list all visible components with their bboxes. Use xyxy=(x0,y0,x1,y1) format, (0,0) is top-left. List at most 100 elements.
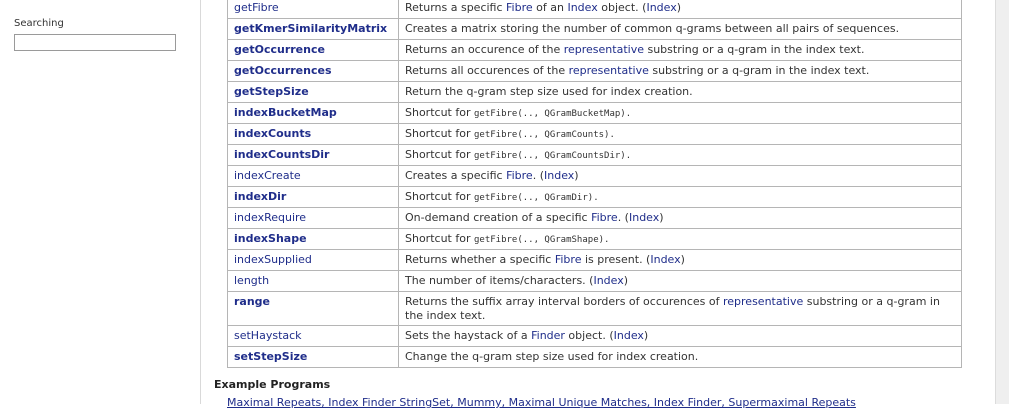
description-text: Change the q-gram step size used for ind… xyxy=(405,350,699,363)
description-text: Returns all occurences of the xyxy=(405,64,569,77)
function-name-cell: setStepSize xyxy=(227,346,399,368)
function-link[interactable]: indexRequire xyxy=(234,211,306,224)
description-text: . ( xyxy=(617,211,629,224)
function-name-cell: indexShape xyxy=(227,228,399,250)
function-link[interactable]: range xyxy=(234,295,270,308)
description-text: The number of items/characters. ( xyxy=(405,274,594,287)
function-name-cell: range xyxy=(227,291,399,326)
function-link[interactable]: indexDir xyxy=(234,190,286,203)
function-name-cell: indexCounts xyxy=(227,123,399,145)
function-link[interactable]: indexCountsDir xyxy=(234,148,329,161)
description-text: substring or a q-gram in the index text. xyxy=(648,64,870,77)
description-text: Returns a specific xyxy=(405,1,507,14)
function-link[interactable]: getFibre xyxy=(234,1,279,14)
description-text: Shortcut for xyxy=(405,127,474,140)
function-name-cell: length xyxy=(227,270,399,292)
function-name-cell: getKmerSimilarityMatrix xyxy=(227,18,399,40)
description-text: Creates a specific xyxy=(405,169,507,182)
table-row: getStepSize Return the q-gram step size u… xyxy=(227,81,962,103)
reference-link[interactable]: Fibre xyxy=(591,211,618,224)
search-label: Searching xyxy=(14,18,64,29)
description-text: ) xyxy=(676,1,682,14)
function-link[interactable]: getKmerSimilarityMatrix xyxy=(234,22,387,35)
function-link[interactable]: getOccurrences xyxy=(234,64,332,77)
description-text: Shortcut for xyxy=(405,232,474,245)
description-text: ) xyxy=(574,169,579,182)
function-link[interactable]: setStepSize xyxy=(234,350,307,363)
table-row: indexCountsDir Shortcut for getFibre(.., … xyxy=(227,144,962,166)
code-snippet: getFibre(.., QGramCounts). xyxy=(473,130,615,140)
function-description-cell: Return the q-gram step size used for ind… xyxy=(398,81,962,103)
reference-link[interactable]: Index xyxy=(593,274,623,287)
function-description-cell: Shortcut for getFibre(.., QGramShape). xyxy=(398,228,962,250)
reference-link[interactable]: representative xyxy=(569,64,649,77)
reference-link[interactable]: Index xyxy=(629,211,659,224)
table-row: indexCreate Creates a specific Fibre. (In… xyxy=(227,165,962,187)
function-link[interactable]: indexCreate xyxy=(234,169,301,182)
reference-link[interactable]: Index xyxy=(650,253,680,266)
reference-link[interactable]: Finder xyxy=(531,329,565,342)
function-link[interactable]: length xyxy=(234,274,269,287)
description-text: ) xyxy=(623,274,629,287)
example-programs-heading: Example Programs xyxy=(214,378,331,391)
table-row: indexShape Shortcut for getFibre(.., QGra… xyxy=(227,228,962,250)
description-text: Returns the suffix array interval border… xyxy=(405,295,723,308)
reference-link[interactable]: Fibre xyxy=(555,253,582,266)
function-name-cell: getOccurrences xyxy=(227,60,399,82)
reference-link[interactable]: Index xyxy=(646,1,676,14)
table-row: getFibre Returns a specific Fibre of an I… xyxy=(227,0,962,19)
function-name-cell: indexDir xyxy=(227,186,399,208)
description-text: Returns an occurence of the xyxy=(405,43,564,56)
sidebar-divider xyxy=(200,0,201,404)
table-row: indexDir Shortcut for getFibre(.., QGramD… xyxy=(227,186,962,208)
function-link[interactable]: indexCounts xyxy=(234,127,311,140)
reference-link[interactable]: representative xyxy=(723,295,803,308)
function-description-cell: Returns a specific Fibre of an Index obj… xyxy=(398,0,962,19)
code-snippet: getFibre(.., QGramCountsDir). xyxy=(473,151,632,161)
function-link[interactable]: indexSupplied xyxy=(234,253,312,266)
function-name-cell: indexRequire xyxy=(227,207,399,229)
description-text: of an xyxy=(532,1,568,14)
description-text: ) xyxy=(643,329,649,342)
table-row: setStepSize Change the q-gram step size u… xyxy=(227,346,962,368)
function-description-cell: Returns whether a specific Fibre is pres… xyxy=(398,249,962,271)
function-description-cell: Change the q-gram step size used for ind… xyxy=(398,346,962,368)
description-text: substring or a q-gram in the index text. xyxy=(643,43,865,56)
code-snippet: getFibre(.., QGramShape). xyxy=(473,235,610,245)
reference-link[interactable]: Fibre xyxy=(506,1,533,14)
description-text: Return the q-gram step size used for ind… xyxy=(405,85,693,98)
table-row: getOccurrences Returns all occurences of … xyxy=(227,60,962,82)
description-text: Returns whether a specific xyxy=(405,253,555,266)
function-link[interactable]: getStepSize xyxy=(234,85,309,98)
function-description-cell: Creates a matrix storing the number of c… xyxy=(398,18,962,40)
sidebar: Searching xyxy=(0,0,200,404)
function-description-cell: Shortcut for getFibre(.., QGramCountsDir… xyxy=(398,144,962,166)
example-programs-links[interactable]: Maximal Repeats, Index Finder StringSet,… xyxy=(227,396,856,409)
scrollbar[interactable] xyxy=(995,0,1009,404)
description-text: Sets the haystack of a xyxy=(405,329,532,342)
functions-table: getFibre Returns a specific Fibre of an I… xyxy=(227,0,962,368)
reference-link[interactable]: Index xyxy=(567,1,597,14)
table-row: range Returns the suffix array interval b… xyxy=(227,291,962,326)
function-description-cell: Shortcut for getFibre(.., QGramBucketMap… xyxy=(398,102,962,124)
function-description-cell: On-demand creation of a specific Fibre. … xyxy=(398,207,962,229)
description-text: ) xyxy=(659,211,664,224)
function-link[interactable]: indexBucketMap xyxy=(234,106,337,119)
description-text: object. ( xyxy=(564,329,614,342)
description-text: On-demand creation of a specific xyxy=(405,211,592,224)
reference-link[interactable]: Index xyxy=(614,329,644,342)
function-link[interactable]: setHaystack xyxy=(234,329,302,342)
table-row: getOccurrence Returns an occurence of the… xyxy=(227,39,962,61)
search-input[interactable] xyxy=(14,34,176,51)
function-link[interactable]: indexShape xyxy=(234,232,307,245)
reference-link[interactable]: Fibre xyxy=(506,169,533,182)
description-text: ) xyxy=(680,253,685,266)
reference-link[interactable]: Index xyxy=(544,169,574,182)
function-description-cell: Returns the suffix array interval border… xyxy=(398,291,962,326)
reference-link[interactable]: representative xyxy=(564,43,644,56)
description-text: Shortcut for xyxy=(405,148,474,161)
function-description-cell: Shortcut for getFibre(.., QGramCounts). xyxy=(398,123,962,145)
function-description-cell: Returns all occurences of the representa… xyxy=(398,60,962,82)
function-link[interactable]: getOccurrence xyxy=(234,43,325,56)
function-name-cell: getFibre xyxy=(227,0,399,19)
